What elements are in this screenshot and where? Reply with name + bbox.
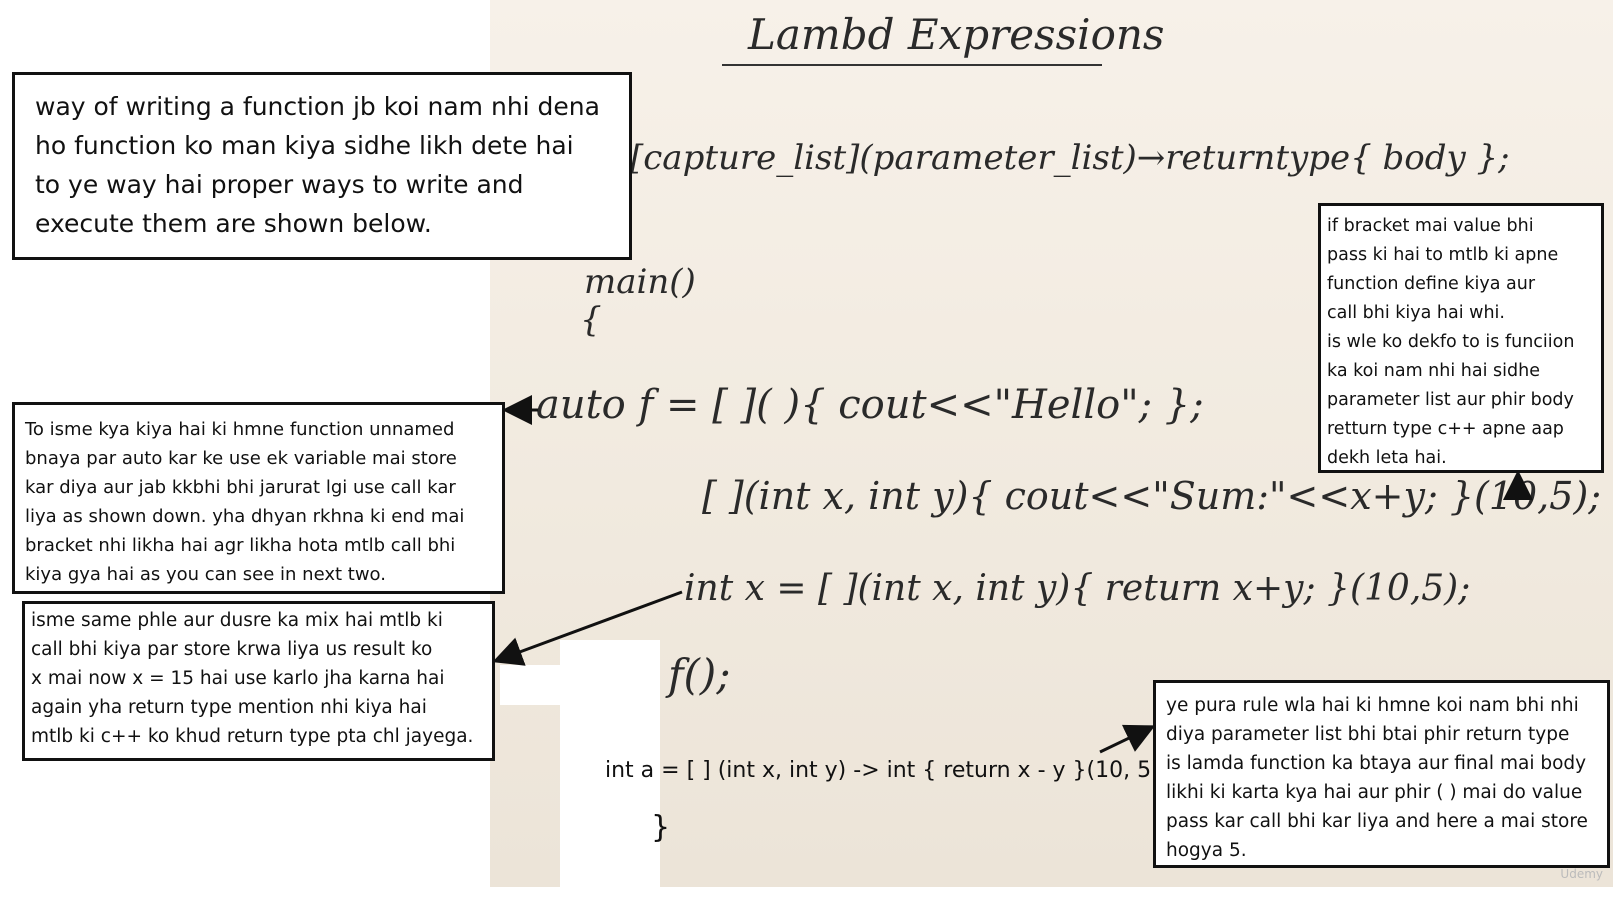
- arrow-mix: [492, 590, 683, 666]
- annotation-arrows: [492, 395, 1533, 754]
- arrow-rule: [1099, 724, 1156, 754]
